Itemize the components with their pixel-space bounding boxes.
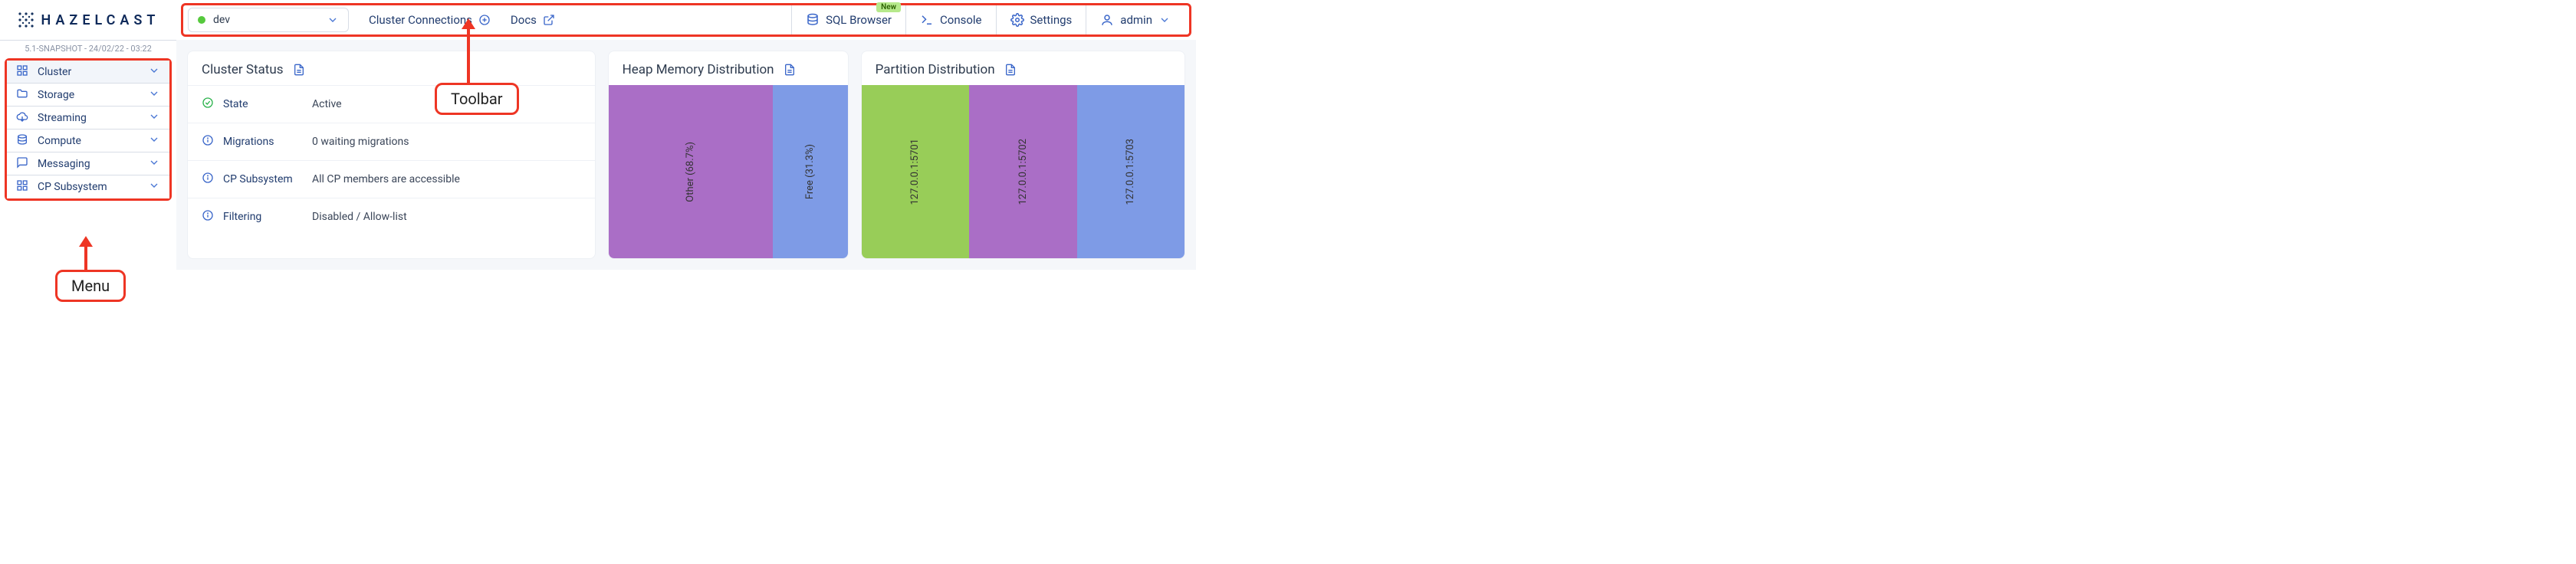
sidebar-item-label: CP Subsystem — [38, 181, 139, 193]
card-title: Heap Memory Distribution — [623, 62, 774, 77]
cluster-selected-name: dev — [213, 14, 230, 26]
sidebar-menu: Cluster Storage Streaming Compute Messaging C… — [5, 58, 172, 201]
user-icon — [1100, 13, 1114, 27]
status-row: State Active — [188, 85, 595, 123]
chevron-down-icon — [148, 64, 160, 80]
status-value: Disabled / Allow-list — [312, 211, 407, 223]
annotation-arrowhead-icon — [79, 236, 93, 247]
cluster-connections-label: Cluster Connections — [369, 13, 472, 27]
document-icon[interactable] — [293, 64, 305, 76]
status-value: Active — [312, 98, 342, 110]
folder-icon — [16, 87, 28, 103]
version-line: 5.1-SNAPSHOT - 24/02/22 - 03:22 — [0, 40, 176, 58]
heap-chart: Other (68.7%) Free (31.3%) — [609, 85, 848, 258]
status-row: Migrations 0 waiting migrations — [188, 123, 595, 160]
callout-toolbar: Toolbar — [435, 83, 519, 115]
settings-label: Settings — [1030, 13, 1073, 27]
chart-segment[interactable]: 127.0.0.1:5703 — [1077, 85, 1184, 258]
chart-segment[interactable]: Free (31.3%) — [773, 85, 848, 258]
chevron-down-icon — [327, 14, 339, 26]
card-cluster-status: Cluster Status State Active Migrations 0 wa… — [187, 51, 596, 259]
status-row: Filtering Disabled / Allow-list — [188, 198, 595, 235]
external-link-icon — [543, 14, 555, 26]
chevron-down-icon — [1158, 14, 1171, 26]
sidebar-item-label: Compute — [38, 135, 139, 147]
chat-icon — [16, 156, 28, 172]
chart-segment-label: 127.0.0.1:5702 — [1017, 139, 1029, 205]
callout-menu: Menu — [55, 270, 126, 302]
new-badge: New — [876, 2, 901, 12]
grid-icon — [16, 64, 28, 80]
chart-segment[interactable]: 127.0.0.1:5701 — [862, 85, 969, 258]
annotation-arrow — [467, 26, 470, 84]
card-title: Cluster Status — [202, 62, 284, 77]
main-content: Toolbar Cluster Status State Active Migrat… — [176, 40, 1196, 270]
chart-segment-label: Free (31.3%) — [804, 144, 816, 199]
chart-segment[interactable]: 127.0.0.1:5702 — [969, 85, 1076, 258]
document-icon[interactable] — [1004, 64, 1017, 76]
sidebar-item-storage[interactable]: Storage — [7, 84, 169, 107]
logo: HAZELCAST — [0, 11, 176, 29]
status-key: Filtering — [223, 211, 261, 223]
sidebar-item-label: Storage — [38, 89, 139, 101]
partition-chart: 127.0.0.1:5701 127.0.0.1:5702 127.0.0.1:57… — [862, 85, 1184, 258]
user-menu[interactable]: admin — [1086, 5, 1184, 34]
cluster-selector[interactable]: dev — [188, 8, 349, 32]
sql-browser-label: SQL Browser — [826, 13, 892, 27]
user-name: admin — [1120, 13, 1152, 27]
sql-browser-button[interactable]: SQL Browser New — [791, 5, 905, 34]
document-icon[interactable] — [784, 64, 796, 76]
database-icon — [806, 13, 820, 27]
sidebar-item-compute[interactable]: Compute — [7, 130, 169, 152]
chevron-down-icon — [148, 156, 160, 172]
info-circle-icon — [202, 209, 214, 225]
info-circle-icon — [202, 172, 214, 187]
chevron-down-icon — [148, 110, 160, 126]
status-key: State — [223, 98, 248, 110]
console-button[interactable]: Console — [905, 5, 996, 34]
stack-icon — [16, 133, 28, 149]
card-partition-distribution: Partition Distribution 127.0.0.1:5701127… — [861, 51, 1185, 259]
status-value: All CP members are accessible — [312, 173, 460, 185]
docs-link[interactable]: Docs — [511, 13, 555, 27]
docs-label: Docs — [511, 13, 537, 27]
logo-text: HAZELCAST — [41, 12, 160, 28]
chart-segment-label: Other (68.7%) — [685, 142, 696, 202]
plus-circle-icon — [478, 14, 491, 26]
chart-segment[interactable]: Other (68.7%) — [609, 85, 773, 258]
chart-segment-label: 127.0.0.1:5701 — [909, 139, 921, 205]
chevron-down-icon — [148, 133, 160, 149]
sidebar-item-label: Cluster — [38, 66, 139, 78]
settings-button[interactable]: Settings — [996, 5, 1086, 34]
sidebar-item-label: Streaming — [38, 112, 139, 124]
chart-segment-label: 127.0.0.1:5703 — [1125, 139, 1136, 205]
annotation-arrowhead-icon — [462, 18, 475, 29]
console-label: Console — [940, 13, 982, 27]
info-circle-icon — [202, 134, 214, 149]
status-key: Migrations — [223, 136, 274, 148]
chevron-down-icon — [148, 179, 160, 195]
status-dot-icon — [198, 16, 205, 24]
grid-icon — [16, 179, 28, 195]
sidebar-item-messaging[interactable]: Messaging — [7, 152, 169, 175]
status-row: CP Subsystem All CP members are accessibl… — [188, 160, 595, 198]
sidebar-item-cluster[interactable]: Cluster — [7, 61, 169, 84]
status-key: CP Subsystem — [223, 173, 293, 185]
status-value: 0 waiting migrations — [312, 136, 409, 148]
terminal-icon — [920, 13, 934, 27]
chevron-down-icon — [148, 87, 160, 103]
cloud-icon — [16, 110, 28, 126]
check-circle-icon — [202, 97, 214, 112]
card-heap-distribution: Heap Memory Distribution Other (68.7%) Fr… — [608, 51, 849, 259]
hazelcast-logo-icon — [17, 11, 35, 29]
card-title: Partition Distribution — [876, 62, 995, 77]
toolbar: dev Cluster Connections Docs SQL Browser… — [181, 3, 1191, 37]
sidebar-item-cp-subsystem[interactable]: CP Subsystem — [7, 175, 169, 198]
gear-icon — [1010, 13, 1024, 27]
sidebar-item-streaming[interactable]: Streaming — [7, 107, 169, 130]
sidebar-item-label: Messaging — [38, 158, 139, 170]
